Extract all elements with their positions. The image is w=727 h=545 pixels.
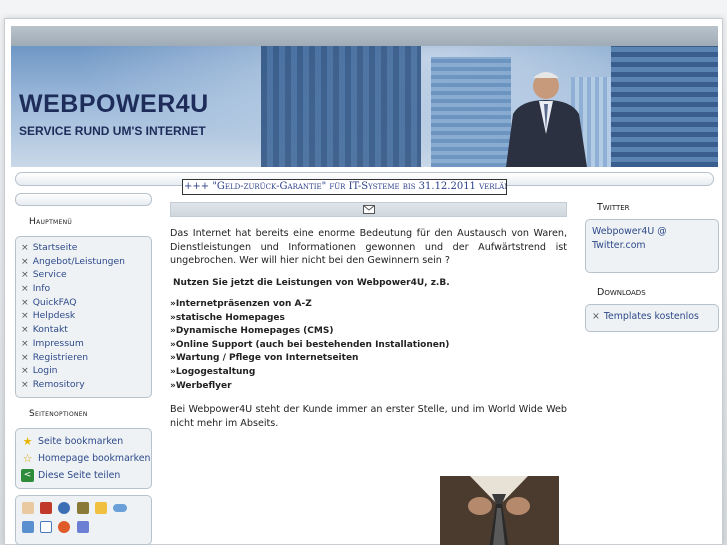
bookmark-icon-6[interactable] <box>112 503 127 512</box>
sidebar-item-kontakt[interactable]: × Kontakt <box>21 324 151 338</box>
sidebar-item-quickfaq[interactable]: × QuickFAQ <box>21 297 151 311</box>
service-item: »Werbeflyer <box>170 380 232 391</box>
sidebar-item-label: Impressum <box>32 337 84 349</box>
sidebar-item-label: QuickFAQ <box>32 296 77 308</box>
share-page-link[interactable]: < Diese Seite teilen <box>21 467 151 484</box>
email-bar <box>170 202 567 217</box>
sidebar-item-login[interactable]: × Login <box>21 365 151 379</box>
bookmark-icon-7[interactable] <box>22 520 34 533</box>
service-item: »Dynamische Homepages (CMS) <box>170 326 334 337</box>
sidebar-item-impressum[interactable]: × Impressum <box>21 338 151 352</box>
share-icon: < <box>21 468 34 482</box>
sidebar-item-label: Startseite <box>32 242 78 253</box>
news-ticker[interactable]: +++ "Geld-zurück-Garantie" für IT-System… <box>182 179 507 195</box>
sidebar-item-angebot-leistungen[interactable]: × Angebot/Leistungen <box>21 256 151 270</box>
sidebar-item-label: Login <box>32 365 58 377</box>
share-page-label: Diese Seite teilen <box>38 469 121 481</box>
sidebar-item-label: Helpdesk <box>32 310 76 322</box>
service-item: »Wartung / Pflege von Internetseiten <box>170 353 359 364</box>
twitter-title: Twitter <box>597 202 630 213</box>
menu-bullet: × <box>21 351 29 363</box>
bookmark-icon-5[interactable] <box>94 501 107 514</box>
sidebar-item-label: Remository <box>32 378 85 390</box>
right-sidebar: Twitter Webpower4U @ Twitter.com Downloa… <box>585 202 719 332</box>
bookmark-page-link[interactable]: ★ Seite bookmarken <box>21 433 151 450</box>
sidebar-item-helpdesk[interactable]: × Helpdesk <box>21 310 151 324</box>
sidebar-top-pill <box>15 193 152 206</box>
closing-text: Bei Webpower4U steht der Kunde immer an … <box>170 404 567 429</box>
sidebar-item-service[interactable]: × Service <box>21 269 151 283</box>
site-slogan: SERVICE RUND UM'S INTERNET <box>19 124 206 138</box>
menu-bullet: × <box>21 378 29 390</box>
businessman-image <box>506 72 587 167</box>
menu-bullet: × <box>21 242 29 253</box>
bookmark-icon-3[interactable] <box>58 501 71 514</box>
site-title[interactable]: WEBPOWER4U <box>19 90 209 119</box>
sidebar-item-startseite[interactable]: × Startseite <box>21 242 151 256</box>
menu-bullet: × <box>21 310 29 322</box>
sidebar-item-label: Service <box>32 269 67 281</box>
sidebar-item-label: Registrieren <box>32 351 89 363</box>
tie-photo <box>440 476 559 545</box>
top-bar <box>11 26 718 46</box>
sidebar-item-label: Info <box>32 283 51 295</box>
list-bullet: × <box>592 311 600 322</box>
bookmark-icon-2[interactable] <box>40 501 53 514</box>
main-menu: × Startseite × Angebot/Leistungen × Service × I… <box>15 236 152 398</box>
bookmark-homepage-label: Homepage bookmarken <box>38 452 151 464</box>
bookmark-icon-9[interactable] <box>58 520 71 533</box>
page-frame: WEBPOWER4U SERVICE RUND UM'S INTERNET ++… <box>4 18 723 545</box>
service-item: »Online Support (auch bei bestehenden In… <box>170 339 450 350</box>
header-banner: WEBPOWER4U SERVICE RUND UM'S INTERNET <box>11 46 718 167</box>
bookmark-icon-8[interactable] <box>40 520 53 533</box>
sidebar-item-remository[interactable]: × Remository <box>21 379 151 393</box>
services-lead: Nutzen Sie jetzt die Leistungen von Webp… <box>173 278 450 289</box>
sidebar-item-label: Angebot/Leistungen <box>32 255 125 267</box>
downloads-box: × Templates kostenlos <box>585 304 719 332</box>
left-sidebar: Hauptmenü × Startseite × Angebot/Leistungen… <box>15 193 152 545</box>
page-options-title: Seitenoptionen <box>29 408 88 419</box>
menu-bullet: × <box>21 337 29 349</box>
menu-bullet: × <box>21 269 29 281</box>
page-options: ★ Seite bookmarken ☆ Homepage bookmarken… <box>15 427 152 489</box>
star-outline-icon: ☆ <box>22 451 33 465</box>
menu-bullet: × <box>21 255 29 267</box>
sidebar-item-info[interactable]: × Info <box>21 283 151 297</box>
menu-bullet: × <box>21 296 29 308</box>
menu-bullet: × <box>21 283 29 295</box>
menu-bullet: × <box>21 324 29 336</box>
bookmark-homepage-link[interactable]: ☆ Homepage bookmarken <box>21 450 151 467</box>
bookmark-icon-4[interactable] <box>76 501 89 514</box>
menu-bullet: × <box>21 365 29 377</box>
email-icon[interactable] <box>362 205 375 214</box>
downloads-title: Downloads <box>597 287 646 298</box>
service-item: »Logogestaltung <box>170 367 256 378</box>
twitter-link[interactable]: Webpower4U @ Twitter.com <box>585 219 719 273</box>
main-menu-title: Hauptmenü <box>29 217 73 227</box>
bookmark-page-label: Seite bookmarken <box>38 435 124 447</box>
bookmark-icon-10[interactable] <box>76 520 89 533</box>
templates-link[interactable]: Templates kostenlos <box>604 311 699 322</box>
sidebar-item-label: Kontakt <box>32 324 68 336</box>
service-item: »Internetpräsenzen von A-Z <box>170 299 312 310</box>
services-list: »Internetpräsenzen von A-Z »statische Hom… <box>170 298 567 393</box>
main-content: Das Internet hat bereits eine enorme Bed… <box>170 202 567 545</box>
intro-text: Das Internet hat bereits eine enorme Bed… <box>170 228 567 267</box>
service-item: »statische Homepages <box>170 312 285 323</box>
star-icon: ★ <box>22 434 33 448</box>
bookmark-icon-1[interactable] <box>22 501 34 514</box>
sidebar-item-registrieren[interactable]: × Registrieren <box>21 352 151 366</box>
social-bookmarks <box>15 494 152 545</box>
